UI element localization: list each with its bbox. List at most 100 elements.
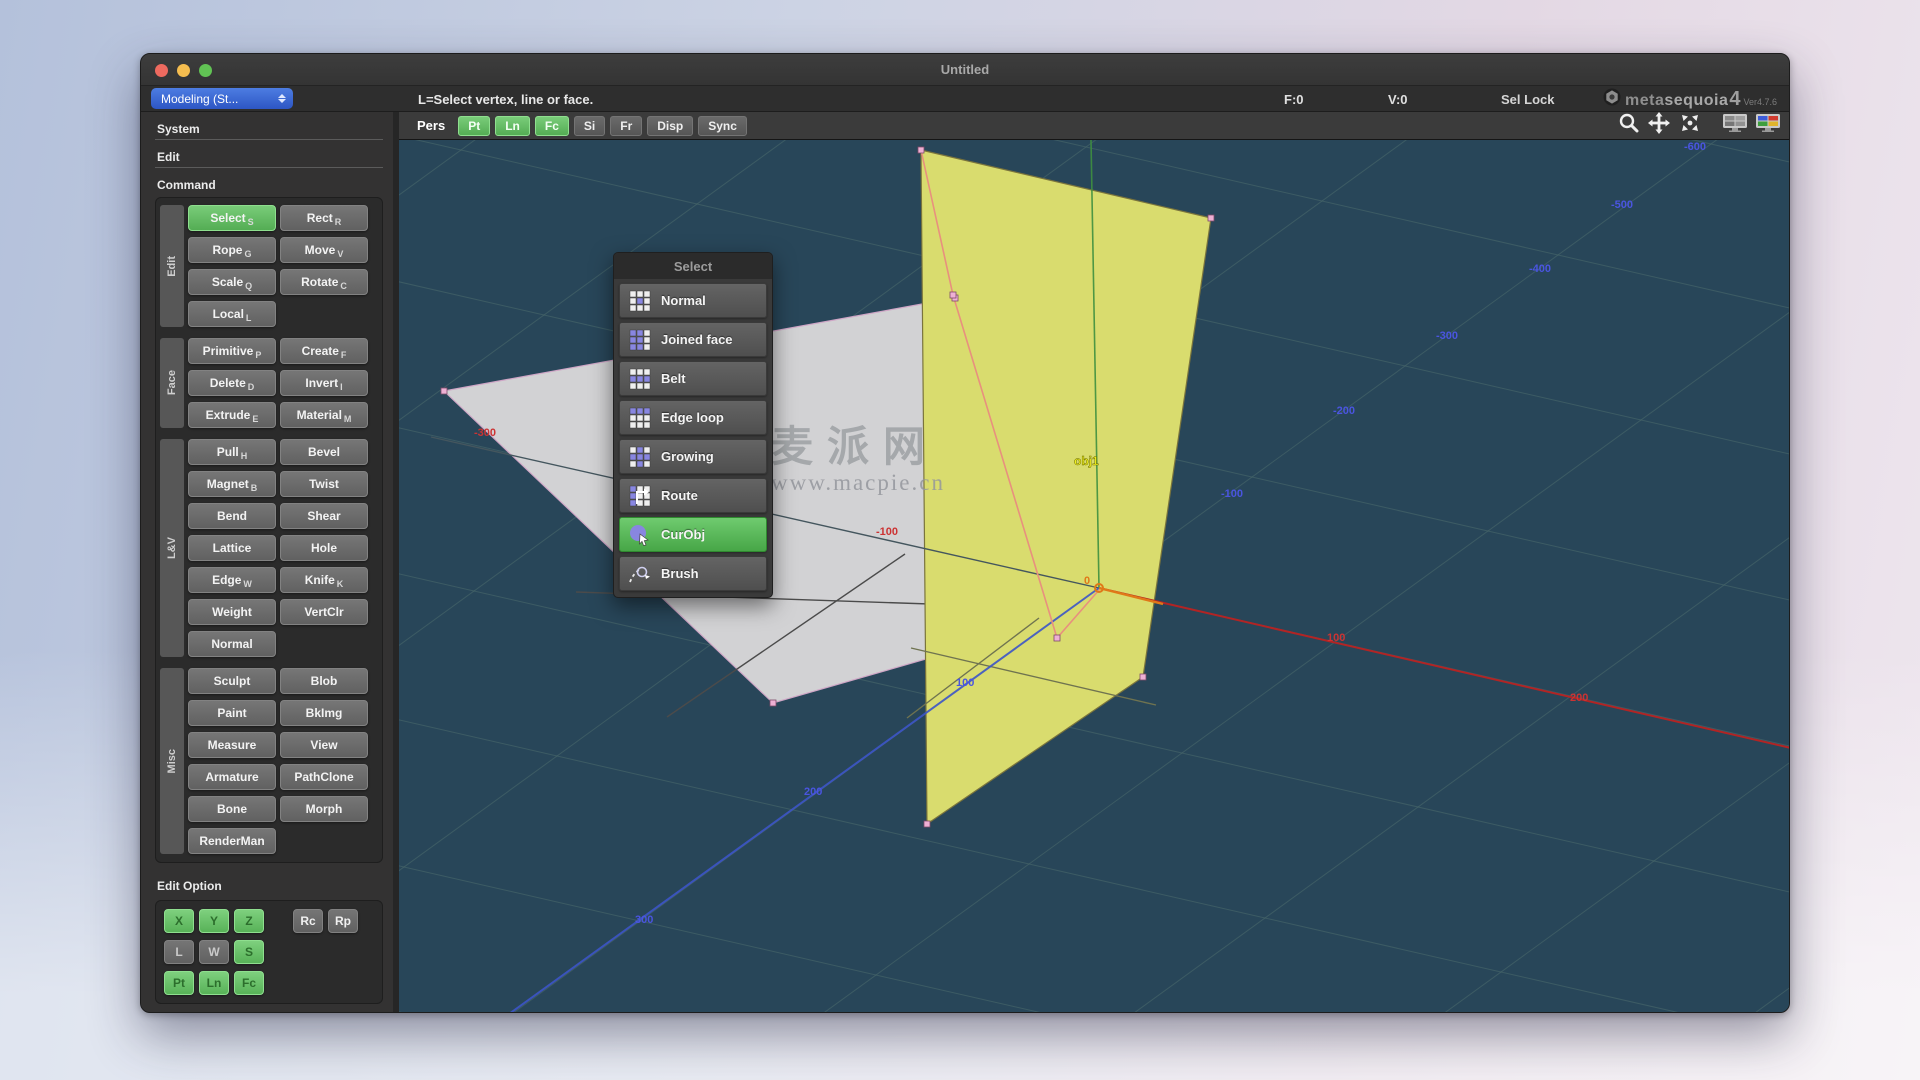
command-button-rotate[interactable]: RotateC: [280, 269, 368, 295]
svg-text:-300: -300: [474, 427, 496, 439]
command-group-label: Misc: [160, 668, 184, 854]
viewport-toggle-si[interactable]: Si: [574, 116, 605, 136]
edit-option-y[interactable]: Y: [199, 909, 229, 933]
viewport-toggle-fr[interactable]: Fr: [610, 116, 642, 136]
command-panel: EditSelectSRectRRopeGMoveVScaleQRotateCL…: [155, 197, 383, 863]
command-group-label: L&V: [160, 439, 184, 657]
section-command[interactable]: Command: [155, 174, 383, 195]
edit-option-s[interactable]: S: [234, 940, 264, 964]
command-button-invert[interactable]: InvertI: [280, 370, 368, 396]
popup-item-label: Brush: [661, 566, 699, 581]
sel-lock-label[interactable]: Sel Lock: [1501, 92, 1554, 107]
command-button-pathclone[interactable]: PathClone: [280, 764, 368, 790]
edit-option-rp[interactable]: Rp: [328, 909, 358, 933]
edit-option-x[interactable]: X: [164, 909, 194, 933]
quad-view-icon[interactable]: [1755, 113, 1781, 138]
edit-option-fc[interactable]: Fc: [234, 971, 264, 995]
viewport-toggle-disp[interactable]: Disp: [647, 116, 693, 136]
command-button-knife[interactable]: KnifeK: [280, 567, 368, 593]
command-button-pull[interactable]: PullH: [188, 439, 276, 465]
command-button-armature[interactable]: Armature: [188, 764, 276, 790]
zoom-tool-icon[interactable]: [1618, 112, 1640, 139]
viewport-toggle-sync[interactable]: Sync: [698, 116, 747, 136]
popup-item-label: CurObj: [661, 527, 705, 542]
command-button-lattice[interactable]: Lattice: [188, 535, 276, 561]
edit-option-l[interactable]: L: [164, 940, 194, 964]
command-button-measure[interactable]: Measure: [188, 732, 276, 758]
viewport-toggle-fc[interactable]: Fc: [535, 116, 569, 136]
command-button-view[interactable]: View: [280, 732, 368, 758]
command-button-weight[interactable]: Weight: [188, 599, 276, 625]
status-hint: L=Select vertex, line or face.: [418, 92, 593, 107]
edit-option-w[interactable]: W: [199, 940, 229, 964]
grid-left2-icon: [628, 328, 652, 352]
command-button-bone[interactable]: Bone: [188, 796, 276, 822]
command-button-shear[interactable]: Shear: [280, 503, 368, 529]
mode-select-dropdown[interactable]: Modeling (St...: [151, 88, 293, 109]
sidebar: System Edit Command EditSelectSRectRRope…: [141, 112, 393, 1013]
titlebar[interactable]: Untitled: [141, 54, 1789, 86]
edit-option-z[interactable]: Z: [234, 909, 264, 933]
viewport-toggle-ln[interactable]: Ln: [495, 116, 530, 136]
edit-option-panel: XYZ RcRp LWS PtLnFc: [155, 900, 383, 1004]
svg-text:0: 0: [1084, 575, 1090, 587]
viewport: Pers PtLnFcSiFrDispSync obj1-600-500-400…: [393, 112, 1789, 1013]
3d-canvas[interactable]: obj1-600-500-400-300-200-100100200300-30…: [399, 140, 1789, 1013]
popup-item-growing[interactable]: Growing: [619, 439, 767, 474]
command-button-primitive[interactable]: PrimitiveP: [188, 338, 276, 364]
command-button-edge[interactable]: EdgeW: [188, 567, 276, 593]
command-button-bend[interactable]: Bend: [188, 503, 276, 529]
command-button-extrude[interactable]: ExtrudeE: [188, 402, 276, 428]
edit-option-pt[interactable]: Pt: [164, 971, 194, 995]
popup-item-belt[interactable]: Belt: [619, 361, 767, 396]
command-button-blob[interactable]: Blob: [280, 668, 368, 694]
command-button-paint[interactable]: Paint: [188, 700, 276, 726]
command-button-scale[interactable]: ScaleQ: [188, 269, 276, 295]
command-button-vertclr[interactable]: VertClr: [280, 599, 368, 625]
rotate-tool-icon[interactable]: [1678, 112, 1702, 140]
popup-item-label: Belt: [661, 371, 686, 386]
popup-title[interactable]: Select: [614, 253, 772, 279]
popup-item-route[interactable]: Route: [619, 478, 767, 513]
pan-tool-icon[interactable]: [1647, 112, 1671, 140]
command-button-sculpt[interactable]: Sculpt: [188, 668, 276, 694]
single-view-icon[interactable]: [1722, 113, 1748, 138]
svg-text:obj1: obj1: [1074, 454, 1099, 468]
grid-toprow-icon: [628, 406, 652, 430]
section-edit[interactable]: Edit: [155, 146, 383, 168]
command-button-morph[interactable]: Morph: [280, 796, 368, 822]
svg-text:-100: -100: [876, 526, 898, 538]
command-button-material[interactable]: MaterialM: [280, 402, 368, 428]
grid-cross-icon: [628, 445, 652, 469]
command-button-hole[interactable]: Hole: [280, 535, 368, 561]
command-button-renderman[interactable]: RenderMan: [188, 828, 276, 854]
command-button-create[interactable]: CreateF: [280, 338, 368, 364]
view-mode-label[interactable]: Pers: [417, 118, 445, 133]
popup-item-normal[interactable]: Normal: [619, 283, 767, 318]
viewport-toggle-pt[interactable]: Pt: [458, 116, 490, 136]
command-button-bevel[interactable]: Bevel: [280, 439, 368, 465]
edit-option-rc[interactable]: Rc: [293, 909, 323, 933]
command-button-delete[interactable]: DeleteD: [188, 370, 276, 396]
command-button-bkimg[interactable]: BkImg: [280, 700, 368, 726]
popup-item-edge-loop[interactable]: Edge loop: [619, 400, 767, 435]
command-button-magnet[interactable]: MagnetB: [188, 471, 276, 497]
command-button-local[interactable]: LocalL: [188, 301, 276, 327]
popup-item-brush[interactable]: Brush: [619, 556, 767, 591]
command-button-normal[interactable]: Normal: [188, 631, 276, 657]
brand-number: 4: [1729, 88, 1740, 111]
command-button-rect[interactable]: RectR: [280, 205, 368, 231]
svg-text:-200: -200: [1333, 405, 1355, 417]
command-button-select[interactable]: SelectS: [188, 205, 276, 231]
command-group-lv: L&VPullHBevelMagnetBTwistBendShearLattic…: [160, 439, 376, 657]
mode-select-label: Modeling (St...: [161, 92, 275, 106]
section-system[interactable]: System: [155, 118, 383, 140]
command-button-twist[interactable]: Twist: [280, 471, 368, 497]
command-button-rope[interactable]: RopeG: [188, 237, 276, 263]
svg-text:300: 300: [635, 914, 653, 926]
popup-item-joined-face[interactable]: Joined face: [619, 322, 767, 357]
command-button-move[interactable]: MoveV: [280, 237, 368, 263]
command-group-face: FacePrimitivePCreateFDeleteDInvertIExtru…: [160, 338, 376, 428]
edit-option-ln[interactable]: Ln: [199, 971, 229, 995]
popup-item-curobj[interactable]: CurObj: [619, 517, 767, 552]
